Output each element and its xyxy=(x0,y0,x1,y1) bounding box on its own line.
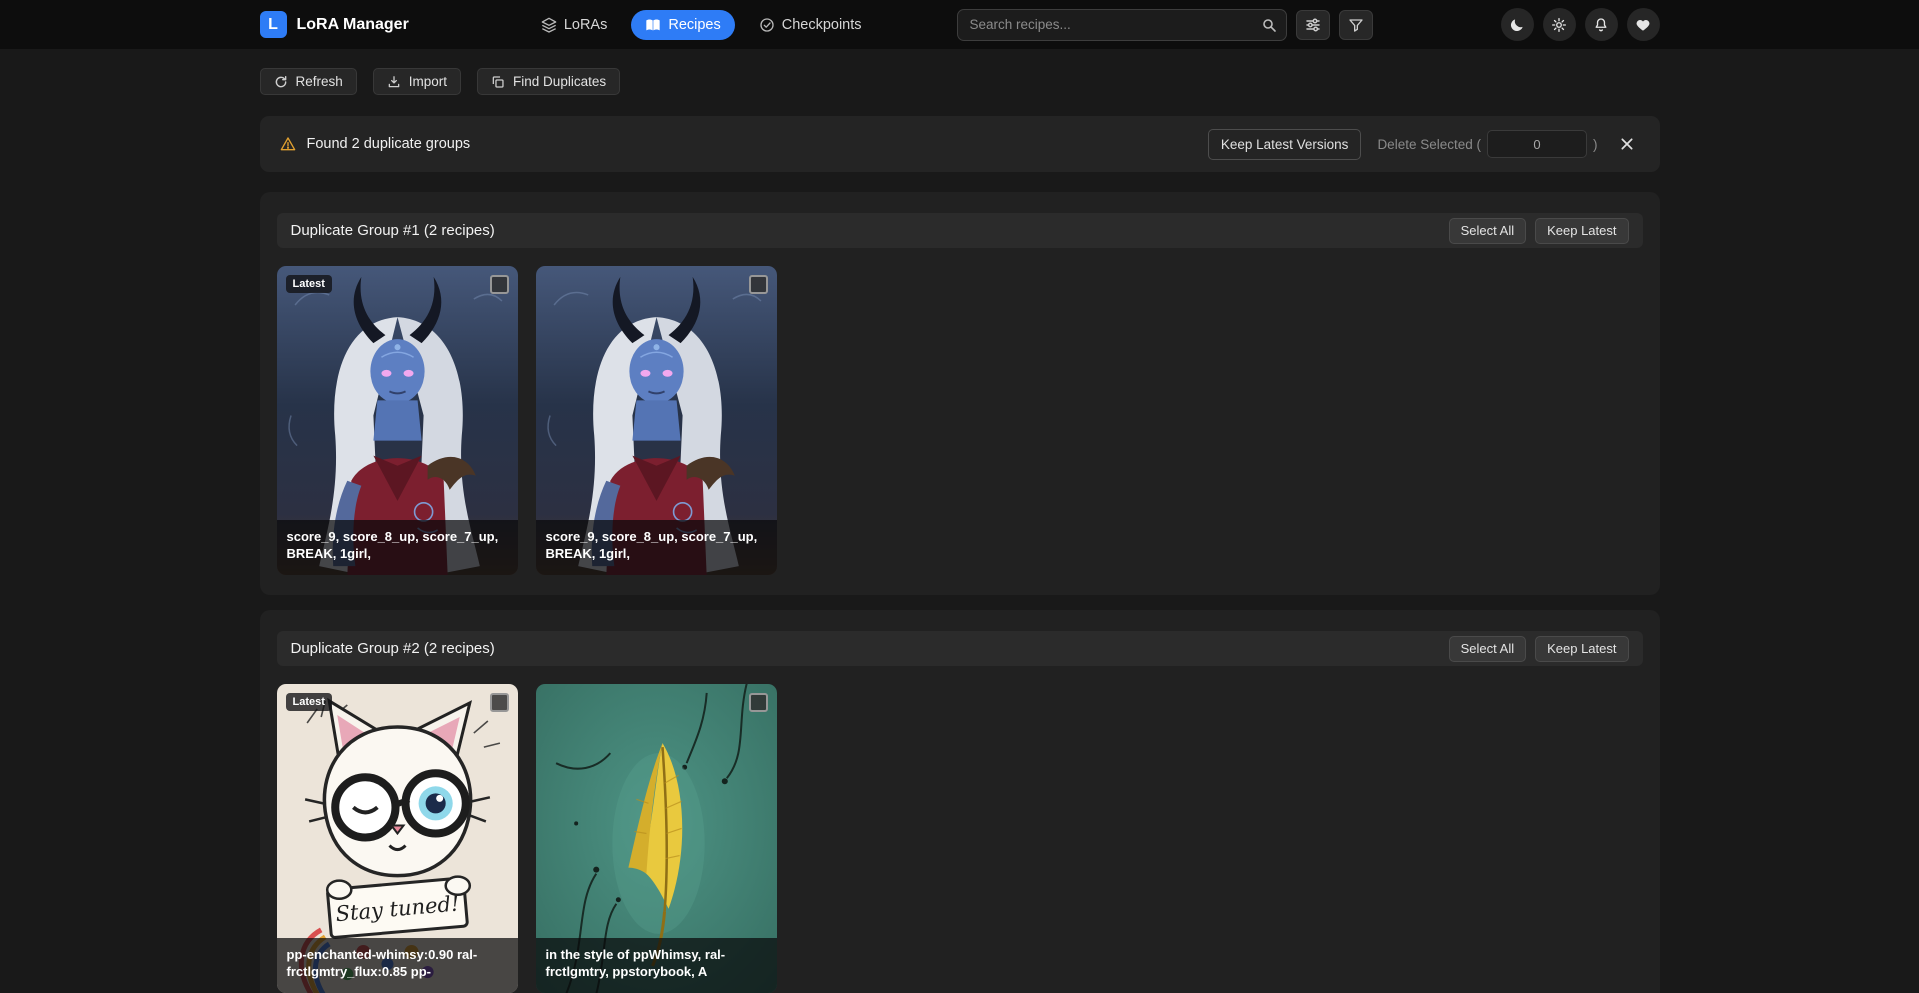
warning-icon xyxy=(280,136,296,152)
recipe-card[interactable]: score_9, score_8_up, score_7_up, BREAK, … xyxy=(536,266,777,575)
find-duplicates-label: Find Duplicates xyxy=(513,74,606,89)
latest-badge: Latest xyxy=(286,275,332,293)
gear-icon xyxy=(1551,17,1567,33)
moon-icon xyxy=(1509,17,1525,33)
group-2-header: Duplicate Group #2 (2 recipes) Select Al… xyxy=(277,631,1643,666)
nav-tab-loras[interactable]: LoRAs xyxy=(527,10,622,40)
sort-options-button[interactable] xyxy=(1296,10,1330,40)
check-circle-icon xyxy=(759,17,775,33)
group-1-keep-latest-button[interactable]: Keep Latest xyxy=(1535,218,1628,244)
close-icon xyxy=(1619,136,1635,152)
search-group xyxy=(957,9,1373,41)
duplicates-banner: Found 2 duplicate groups Keep Latest Ver… xyxy=(260,116,1660,172)
recipe-caption: score_9, score_8_up, score_7_up, BREAK, … xyxy=(536,520,777,575)
nav-tab-checkpoints-label: Checkpoints xyxy=(782,17,862,33)
notifications-button[interactable] xyxy=(1585,8,1618,41)
refresh-label: Refresh xyxy=(296,74,343,89)
banner-message: Found 2 duplicate groups xyxy=(307,136,471,152)
recipe-select-checkbox[interactable] xyxy=(749,693,768,712)
import-button[interactable]: Import xyxy=(373,68,461,95)
duplicate-group-2: Duplicate Group #2 (2 recipes) Select Al… xyxy=(260,610,1660,993)
recipe-card[interactable]: Latest score_9, score_8_up, score_7_up, … xyxy=(277,266,518,575)
app-logo-icon: L xyxy=(260,11,287,38)
nav-tab-checkpoints[interactable]: Checkpoints xyxy=(745,10,876,40)
group-2-select-all-button[interactable]: Select All xyxy=(1449,636,1526,662)
keep-latest-versions-button[interactable]: Keep Latest Versions xyxy=(1208,129,1362,160)
layers-icon xyxy=(541,17,557,33)
brand: L LoRA Manager xyxy=(260,11,409,38)
app-title: LoRA Manager xyxy=(297,16,409,34)
sliders-icon xyxy=(1305,17,1321,33)
navbar: L LoRA Manager LoRAs Recipes Checkpoi xyxy=(0,0,1919,49)
find-duplicates-button[interactable]: Find Duplicates xyxy=(477,68,620,95)
funnel-icon xyxy=(1348,17,1364,33)
delete-selected-prefix: Delete Selected ( xyxy=(1377,137,1481,152)
group-2-title: Duplicate Group #2 (2 recipes) xyxy=(291,640,495,657)
delete-selected-suffix: ) xyxy=(1593,137,1598,152)
delete-selected-control: Delete Selected ( ) xyxy=(1377,130,1597,158)
group-1-title: Duplicate Group #1 (2 recipes) xyxy=(291,222,495,239)
recipe-caption: in the style of ppWhimsy, ral-frctlgmtry… xyxy=(536,938,777,993)
favorites-button[interactable] xyxy=(1627,8,1660,41)
group-2-cards: Stay tuned! Latest xyxy=(277,684,1643,993)
nav-tab-recipes[interactable]: Recipes xyxy=(631,10,734,40)
nav-tab-loras-label: LoRAs xyxy=(564,17,608,33)
recipe-card[interactable]: Stay tuned! Latest xyxy=(277,684,518,993)
recipes-toolbar: Refresh Import Find Duplicates xyxy=(260,68,1660,95)
recipe-select-checkbox[interactable] xyxy=(490,275,509,294)
filter-button[interactable] xyxy=(1339,10,1373,40)
copies-icon xyxy=(491,75,505,89)
refresh-icon xyxy=(274,75,288,89)
bell-icon xyxy=(1593,17,1609,33)
delete-count-input[interactable] xyxy=(1487,130,1587,158)
recipe-caption: score_9, score_8_up, score_7_up, BREAK, … xyxy=(277,520,518,575)
recipe-select-checkbox[interactable] xyxy=(490,693,509,712)
refresh-button[interactable]: Refresh xyxy=(260,68,357,95)
recipe-caption: pp-enchanted-whimsy:0.90 ral-frctlgmtry_… xyxy=(277,938,518,993)
search-input[interactable] xyxy=(957,9,1287,41)
theme-toggle-button[interactable] xyxy=(1501,8,1534,41)
group-1-header: Duplicate Group #1 (2 recipes) Select Al… xyxy=(277,213,1643,248)
import-label: Import xyxy=(409,74,447,89)
nav-tab-recipes-label: Recipes xyxy=(668,17,720,33)
latest-badge: Latest xyxy=(286,693,332,711)
duplicate-group-1: Duplicate Group #1 (2 recipes) Select Al… xyxy=(260,192,1660,595)
book-icon xyxy=(645,17,661,33)
search-box xyxy=(957,9,1287,41)
group-1-cards: Latest score_9, score_8_up, score_7_up, … xyxy=(277,266,1643,575)
search-icon[interactable] xyxy=(1256,13,1282,37)
close-banner-button[interactable] xyxy=(1614,131,1640,157)
group-2-keep-latest-button[interactable]: Keep Latest xyxy=(1535,636,1628,662)
import-icon xyxy=(387,75,401,89)
group-1-select-all-button[interactable]: Select All xyxy=(1449,218,1526,244)
heart-icon xyxy=(1635,17,1651,33)
nav-actions xyxy=(1501,8,1660,41)
main-nav: LoRAs Recipes Checkpoints xyxy=(527,10,876,40)
settings-button[interactable] xyxy=(1543,8,1576,41)
recipe-select-checkbox[interactable] xyxy=(749,275,768,294)
recipe-card[interactable]: in the style of ppWhimsy, ral-frctlgmtry… xyxy=(536,684,777,993)
